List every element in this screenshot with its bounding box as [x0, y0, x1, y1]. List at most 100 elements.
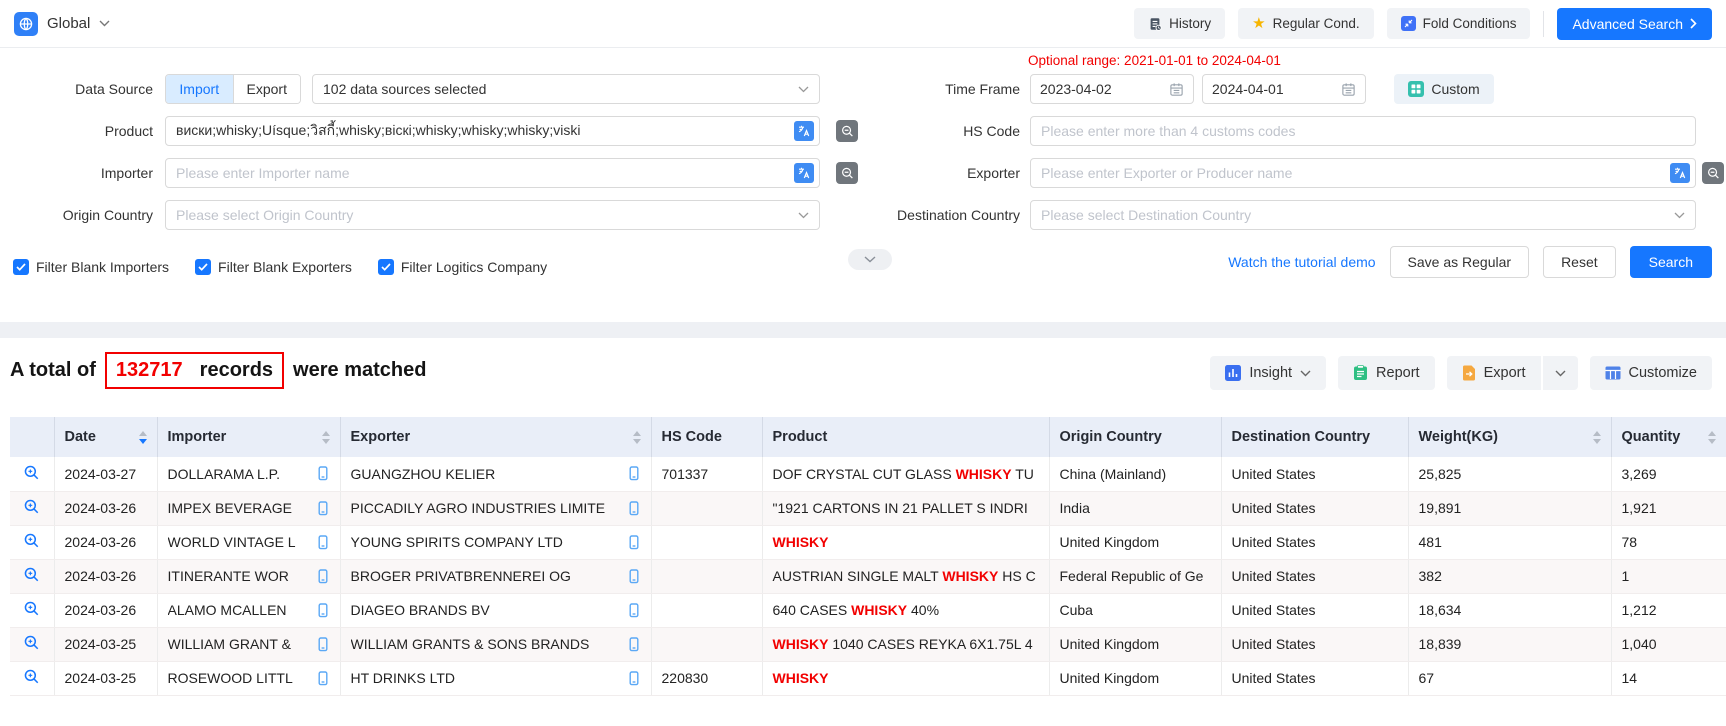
copy-icon[interactable]: [627, 637, 641, 652]
cell-date: 2024-03-26: [54, 593, 157, 627]
col-weight[interactable]: Weight(KG): [1408, 417, 1611, 457]
report-button[interactable]: Report: [1338, 356, 1435, 390]
copy-icon[interactable]: [627, 671, 641, 686]
copy-icon[interactable]: [627, 501, 641, 516]
importer-name[interactable]: IMPEX BEVERAGE: [168, 500, 292, 516]
topbar-actions: History ★ Regular Cond. Fold Conditions …: [1134, 8, 1712, 40]
row-detail-magnifier-icon[interactable]: [23, 464, 40, 481]
exporter-input[interactable]: [1030, 158, 1696, 188]
importer-name[interactable]: ALAMO MCALLEN: [168, 602, 287, 618]
report-icon: [1353, 365, 1368, 381]
exporter-name[interactable]: BROGER PRIVATBRENNEREI OG: [351, 568, 571, 584]
collapse-form-button[interactable]: [848, 249, 892, 270]
export-button[interactable]: Export: [1447, 356, 1541, 390]
region-selector[interactable]: Global: [14, 12, 110, 36]
hs-code-label: HS Code: [878, 116, 1020, 146]
importer-field-wrap: [165, 158, 820, 188]
date-to-input[interactable]: 2024-04-01: [1202, 74, 1366, 104]
col-product: Product: [762, 417, 1049, 457]
exporter-name[interactable]: GUANGZHOU KELIER: [351, 466, 496, 482]
custom-range-button[interactable]: Custom: [1394, 74, 1494, 104]
row-detail-magnifier-icon[interactable]: [23, 498, 40, 515]
hs-code-input[interactable]: [1030, 116, 1696, 146]
fold-conditions-button[interactable]: Fold Conditions: [1387, 8, 1531, 39]
row-detail-magnifier-icon[interactable]: [23, 532, 40, 549]
insight-button[interactable]: Insight: [1210, 356, 1326, 390]
exporter-label: Exporter: [878, 158, 1020, 188]
row-detail-magnifier-icon[interactable]: [23, 566, 40, 583]
customize-icon: [1605, 366, 1621, 380]
row-detail-magnifier-icon[interactable]: [23, 668, 40, 685]
col-row-actions: [10, 417, 54, 457]
sort-icon[interactable]: [1593, 431, 1601, 444]
cell-hs-code: [651, 525, 762, 559]
row-detail-magnifier-icon[interactable]: [23, 634, 40, 651]
row-detail-magnifier-icon[interactable]: [23, 600, 40, 617]
customize-button[interactable]: Customize: [1590, 356, 1713, 390]
copy-icon[interactable]: [627, 603, 641, 618]
data-sources-value: 102 data sources selected: [323, 81, 486, 97]
filter-checkbox[interactable]: Filter Blank Exporters: [195, 259, 352, 275]
copy-icon[interactable]: [627, 535, 641, 550]
col-importer[interactable]: Importer: [157, 417, 340, 457]
translate-icon[interactable]: [794, 163, 814, 183]
cell-origin-country: United Kingdom: [1049, 525, 1221, 559]
date-from-input[interactable]: 2023-04-02: [1030, 74, 1194, 104]
importer-name[interactable]: DOLLARAMA L.P.: [168, 466, 281, 482]
copy-icon[interactable]: [627, 466, 641, 481]
star-icon: ★: [1252, 16, 1265, 31]
save-as-regular-button[interactable]: Save as Regular: [1390, 246, 1530, 278]
exporter-name[interactable]: WILLIAM GRANTS & SONS BRANDS: [351, 636, 590, 652]
exporter-name[interactable]: HT DRINKS LTD: [351, 670, 456, 686]
cell-quantity: 1,921: [1611, 491, 1726, 525]
history-button[interactable]: History: [1134, 8, 1225, 39]
copy-icon[interactable]: [316, 466, 330, 481]
importer-name[interactable]: ROSEWOOD LITTL: [168, 670, 293, 686]
col-date[interactable]: Date: [54, 417, 157, 457]
search-button[interactable]: Search: [1630, 246, 1712, 278]
copy-icon[interactable]: [316, 671, 330, 686]
copy-icon[interactable]: [316, 569, 330, 584]
col-exporter[interactable]: Exporter: [340, 417, 651, 457]
importer-name[interactable]: WILLIAM GRANT &: [168, 636, 291, 652]
cell-weight: 481: [1408, 525, 1611, 559]
regular-cond-button[interactable]: ★ Regular Cond.: [1238, 8, 1374, 39]
destination-country-select[interactable]: Please select Destination Country: [1030, 200, 1696, 230]
exclude-exporter-icon[interactable]: [1702, 162, 1724, 184]
advanced-search-button[interactable]: Advanced Search: [1557, 8, 1712, 40]
exclude-importer-icon[interactable]: [836, 162, 858, 184]
importer-input[interactable]: [165, 158, 820, 188]
sort-icon[interactable]: [139, 431, 147, 444]
copy-icon[interactable]: [316, 501, 330, 516]
tab-import[interactable]: Import: [166, 75, 233, 103]
exclude-keywords-icon[interactable]: [836, 120, 858, 142]
tutorial-link[interactable]: Watch the tutorial demo: [1228, 254, 1375, 270]
reset-button[interactable]: Reset: [1543, 246, 1616, 278]
copy-icon[interactable]: [316, 637, 330, 652]
origin-country-select[interactable]: Please select Origin Country: [165, 200, 820, 230]
data-sources-select[interactable]: 102 data sources selected: [312, 74, 820, 104]
results-table: Date Importer Exporter HS Code Product O…: [10, 417, 1726, 696]
translate-icon[interactable]: [794, 121, 814, 141]
product-input[interactable]: [165, 116, 820, 146]
sort-icon[interactable]: [633, 431, 641, 444]
exporter-name[interactable]: YOUNG SPIRITS COMPANY LTD: [351, 534, 563, 550]
cell-product: WHISKY 1040 CASES REYKA 6X1.75L 4: [762, 627, 1049, 661]
importer-name[interactable]: WORLD VINTAGE L: [168, 534, 296, 550]
filter-checkbox[interactable]: Filter Logitics Company: [378, 259, 547, 275]
copy-icon[interactable]: [316, 535, 330, 550]
col-quantity[interactable]: Quantity: [1611, 417, 1726, 457]
exporter-name[interactable]: DIAGEO BRANDS BV: [351, 602, 490, 618]
cell-importer: WILLIAM GRANT &: [157, 627, 340, 661]
keyword-highlight: WHISKY: [851, 602, 907, 618]
export-more-button[interactable]: [1543, 356, 1578, 390]
tab-export[interactable]: Export: [233, 75, 301, 103]
translate-icon[interactable]: [1670, 163, 1690, 183]
filter-checkbox[interactable]: Filter Blank Importers: [13, 259, 169, 275]
exporter-name[interactable]: PICCADILY AGRO INDUSTRIES LIMITE: [351, 500, 606, 516]
sort-icon[interactable]: [322, 431, 330, 444]
copy-icon[interactable]: [627, 569, 641, 584]
sort-icon[interactable]: [1708, 431, 1716, 444]
copy-icon[interactable]: [316, 603, 330, 618]
importer-name[interactable]: ITINERANTE WOR: [168, 568, 289, 584]
